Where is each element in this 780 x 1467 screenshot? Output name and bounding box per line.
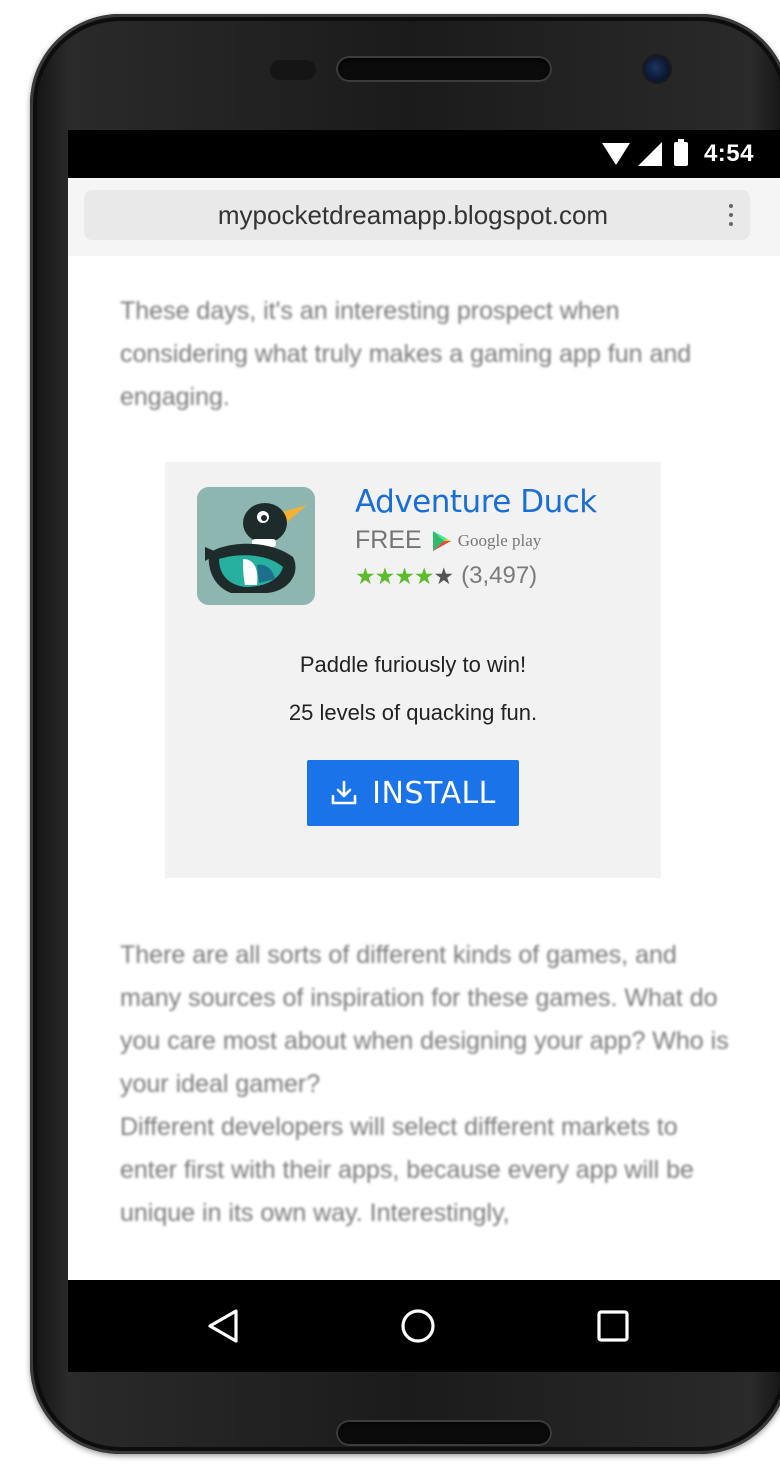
star-icons: ★★★★ — [355, 562, 434, 589]
front-camera-icon — [644, 56, 670, 82]
page-content: These days, it's an interesting prospect… — [68, 256, 780, 1280]
google-play-label: Google play — [457, 530, 542, 550]
bottom-speaker — [336, 1420, 552, 1446]
half-star-icon: ★ — [433, 562, 454, 589]
status-bar: 4:54 — [68, 130, 780, 178]
overflow-menu-icon[interactable] — [716, 190, 746, 240]
install-label[interactable]: INSTALL — [372, 776, 496, 811]
article-paragraph: Different developers will select differe… — [120, 1113, 694, 1227]
recents-icon[interactable] — [595, 1308, 631, 1344]
duck-app-icon[interactable] — [197, 487, 315, 605]
phone-screen: 4:54 mypocketdreamapp.blogspot.com These… — [68, 130, 780, 1372]
wifi-icon — [601, 143, 630, 165]
earpiece-speaker — [336, 56, 552, 82]
url-bar[interactable]: mypocketdreamapp.blogspot.com — [84, 190, 750, 240]
ad-tagline: Paddle furiously to win! — [299, 652, 527, 677]
rating-stars: ★★★★★ — [355, 562, 454, 590]
status-icons: 4:54 — [601, 139, 754, 168]
app-install-ad[interactable]: Adventure Duck FREE Google play ★★★★★ (3… — [165, 462, 661, 878]
browser-toolbar: mypocketdreamapp.blogspot.com — [68, 178, 780, 257]
app-title[interactable]: Adventure Duck — [355, 484, 597, 520]
article-paragraph: These days, it's an interesting prospect… — [120, 297, 692, 411]
signal-icon — [637, 142, 662, 166]
ad-subline: 25 levels of quacking fun. — [288, 700, 538, 725]
download-icon — [331, 780, 357, 805]
install-button[interactable]: INSTALL — [307, 760, 519, 826]
url-text[interactable]: mypocketdreamapp.blogspot.com — [84, 200, 716, 231]
google-play-icon — [432, 530, 451, 551]
proximity-sensor — [270, 60, 316, 80]
navigation-bar — [68, 1280, 780, 1372]
back-icon[interactable] — [206, 1308, 242, 1344]
article-paragraph: There are all sorts of different kinds o… — [120, 941, 729, 1098]
rating-count: (3,497) — [461, 562, 538, 589]
battery-icon — [673, 139, 688, 166]
rating-row: ★★★★★ (3,497) — [355, 562, 537, 590]
price-row: FREE Google play — [355, 526, 541, 555]
price-label: FREE — [355, 526, 422, 554]
home-icon[interactable] — [400, 1308, 436, 1344]
status-time: 4:54 — [703, 140, 754, 167]
